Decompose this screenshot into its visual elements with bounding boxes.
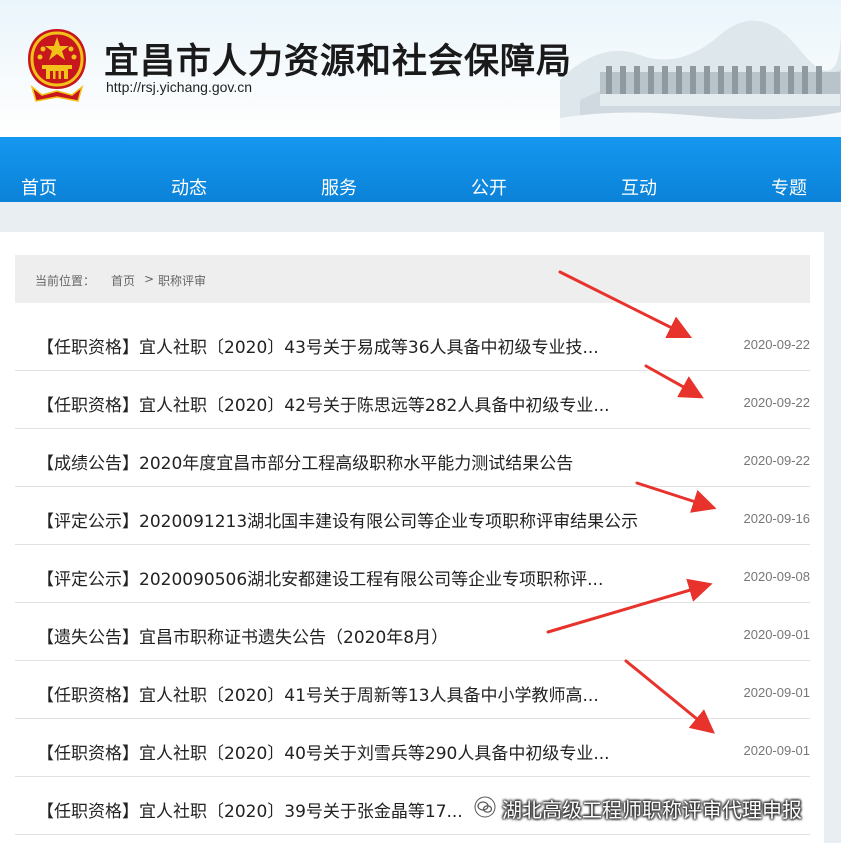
dam-scenery-image bbox=[560, 20, 841, 137]
site-header: 宜昌市人力资源和社会保障局 http://rsj.yichang.gov.cn bbox=[0, 0, 841, 137]
list-item-date: 2020-09-01 bbox=[743, 685, 811, 700]
list-item[interactable]: 【任职资格】宜人社职〔2020〕42号关于陈思远等282人具备中初级专业... … bbox=[15, 371, 810, 429]
nav-item-news[interactable]: 动态 bbox=[171, 174, 207, 200]
nav-item-topics[interactable]: 专题 bbox=[771, 174, 807, 200]
list-item[interactable]: 【成绩公告】2020年度宜昌市部分工程高级职称水平能力测试结果公告 2020-0… bbox=[15, 429, 810, 487]
list-item[interactable]: 【任职资格】宜人社职〔2020〕43号关于易成等36人具备中初级专业技... 2… bbox=[15, 313, 810, 371]
nav-item-disclosure[interactable]: 公开 bbox=[471, 174, 507, 200]
breadcrumb-home-link[interactable]: 首页 bbox=[111, 272, 135, 289]
list-item[interactable]: 【任职资格】宜人社职〔2020〕40号关于刘雪兵等290人具备中初级专业... … bbox=[15, 719, 810, 777]
list-item-title[interactable]: 【评定公示】2020091213湖北国丰建设有限公司等企业专项职称评审结果公示 bbox=[37, 507, 638, 532]
list-item[interactable]: 【遗失公告】宜昌市职称证书遗失公告（2020年8月） 2020-09-01 bbox=[15, 603, 810, 661]
list-item[interactable]: 【任职资格】宜人社职〔2020〕41号关于周新等13人具备中小学教师高... 2… bbox=[15, 661, 810, 719]
list-item-title[interactable]: 【任职资格】宜人社职〔2020〕42号关于陈思远等282人具备中初级专业... bbox=[37, 391, 610, 416]
list-item-title[interactable]: 【任职资格】宜人社职〔2020〕41号关于周新等13人具备中小学教师高... bbox=[37, 681, 599, 706]
list-item-title[interactable]: 【评定公示】2020090506湖北安都建设工程有限公司等企业专项职称评... bbox=[37, 565, 603, 590]
national-emblem-icon bbox=[28, 29, 86, 102]
list-item-title[interactable]: 【遗失公告】宜昌市职称证书遗失公告（2020年8月） bbox=[37, 623, 448, 648]
list-item[interactable]: 【评定公示】2020090506湖北安都建设工程有限公司等企业专项职称评... … bbox=[15, 545, 810, 603]
list-item-date: 2020-09-01 bbox=[743, 627, 811, 642]
breadcrumb-prefix: 当前位置： bbox=[35, 274, 96, 288]
wechat-icon bbox=[474, 796, 496, 818]
list-item-date: 2020-09-22 bbox=[743, 395, 811, 410]
list-item-date: 2020-09-01 bbox=[743, 743, 811, 758]
breadcrumb-separator: > bbox=[144, 272, 155, 286]
list-item[interactable]: 【评定公示】2020091213湖北国丰建设有限公司等企业专项职称评审结果公示 … bbox=[15, 487, 810, 545]
list-item-title[interactable]: 【成绩公告】2020年度宜昌市部分工程高级职称水平能力测试结果公告 bbox=[37, 449, 573, 474]
list-item-date: 2020-09-16 bbox=[743, 511, 811, 526]
nav-item-services[interactable]: 服务 bbox=[321, 174, 357, 200]
nav-item-home[interactable]: 首页 bbox=[21, 174, 57, 200]
list-item-date: 2020-09-22 bbox=[743, 337, 811, 352]
list-item-title[interactable]: 【任职资格】宜人社职〔2020〕43号关于易成等36人具备中初级专业技... bbox=[37, 333, 599, 358]
nav-item-interaction[interactable]: 互动 bbox=[621, 174, 657, 200]
list-item-title[interactable]: 【任职资格】宜人社职〔2020〕39号关于张金晶等17... bbox=[37, 797, 463, 822]
list-item-date: 2020-09-22 bbox=[743, 453, 811, 468]
breadcrumb-current: 职称评审 bbox=[158, 274, 207, 288]
main-nav: 首页 动态 服务 公开 互动 专题 bbox=[0, 137, 841, 202]
site-url[interactable]: http://rsj.yichang.gov.cn bbox=[106, 79, 252, 95]
breadcrumb: 当前位置： 首页 > 职称评审 bbox=[15, 255, 810, 303]
list-item-title[interactable]: 【任职资格】宜人社职〔2020〕40号关于刘雪兵等290人具备中初级专业... bbox=[37, 739, 610, 764]
watermark-text: 湖北高级工程师职称评审代理申报 bbox=[502, 798, 802, 822]
site-title: 宜昌市人力资源和社会保障局 bbox=[104, 42, 573, 82]
list-item-date: 2020-09-08 bbox=[743, 569, 811, 584]
content-panel: 当前位置： 首页 > 职称评审 【任职资格】宜人社职〔2020〕43号关于易成等… bbox=[0, 232, 824, 843]
